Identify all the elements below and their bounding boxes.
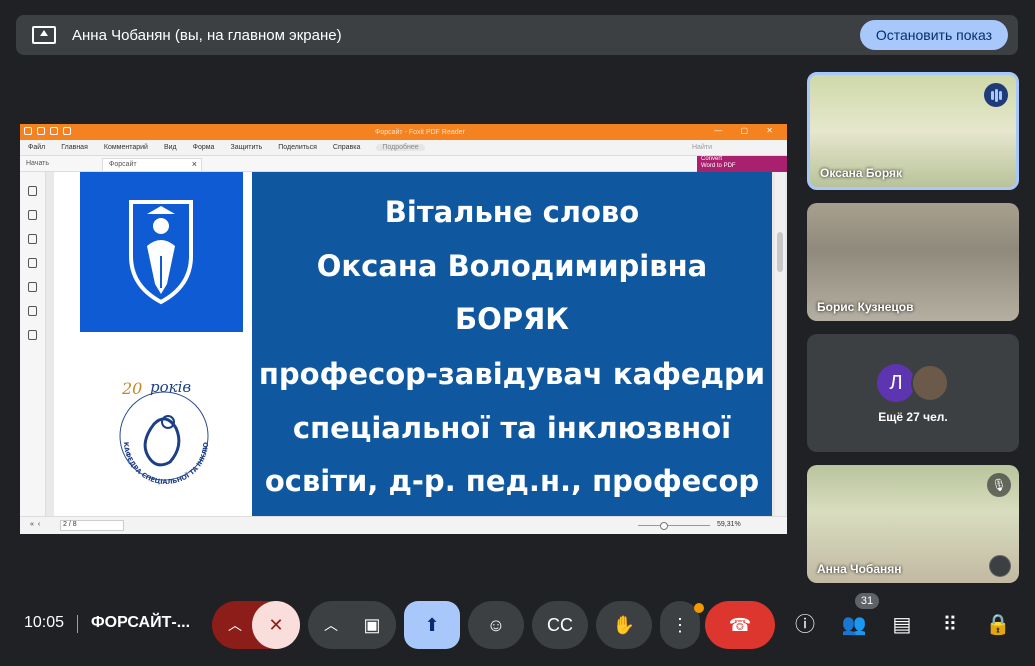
page-indicator: 2 / 8 (60, 520, 124, 531)
anniversary-badge: 20 років КАФЕДРА СПЕЦІАЛЬНОЇ ТА ІНКЛЮЗИВ… (104, 372, 210, 486)
camera-options-chevron-icon[interactable]: ︿ (324, 615, 338, 635)
tab-forsait: Форсайт (102, 158, 202, 171)
mic-off-button[interactable]: ✕ (252, 601, 300, 649)
bookmark-icon (28, 186, 37, 196)
host-controls-icon[interactable]: 🔒 (985, 612, 1011, 638)
present-screen-icon (32, 26, 56, 44)
shared-screen: Форсайт - Foxit PDF Reader — ▢ ✕ Файл Гл… (20, 124, 787, 534)
reactions-button[interactable]: ☺ (468, 601, 524, 649)
attachment-icon (28, 282, 37, 292)
document-tabs: Начать Форсайт (20, 156, 787, 172)
badge-number: 20 (121, 379, 142, 398)
zoom-slider (638, 522, 710, 530)
slide-line-6: освіти, д-р. пед.н., професор (264, 464, 760, 498)
participant-tile-others[interactable]: Л Ещё 27 чел. (807, 334, 1019, 452)
window-controls-icon: — ▢ ✕ (714, 126, 781, 135)
tab-start: Начать (26, 160, 50, 167)
foxit-menu-bar: Файл Главная Комментарий Вид Форма Защит… (20, 140, 787, 156)
foxit-logo-icon (24, 127, 32, 135)
university-logo (80, 172, 243, 332)
participant-tile-self[interactable]: 🎙 Анна Чобанян (807, 465, 1019, 583)
avatar: Л (877, 364, 915, 402)
slide-text-panel: Вітальне слово Оксана Володимирівна БОРЯ… (252, 172, 772, 516)
camera-button[interactable]: ▣ (348, 601, 396, 649)
open-icon (37, 127, 45, 135)
quick-access-toolbar (24, 127, 71, 135)
window-title: Форсайт - Foxit PDF Reader (375, 128, 465, 136)
mic-options-chevron-icon[interactable]: ︿ (228, 615, 242, 635)
menu-file: Файл (28, 144, 46, 151)
speaking-indicator-icon (984, 83, 1008, 107)
tell-me-box: Подробнее (376, 144, 425, 151)
menu-comment: Комментарий (103, 144, 148, 151)
stop-presenting-button[interactable]: Остановить показ (859, 20, 1008, 50)
pages-icon (28, 210, 37, 220)
menu-form: Форма (192, 144, 215, 151)
clock: 10:05 (24, 614, 65, 631)
chat-icon[interactable]: ▤ (889, 612, 915, 638)
foxit-status-bar: «‹ 2 / 8 59,31% (20, 516, 787, 534)
menu-share: Поделиться (278, 144, 317, 151)
find-box: Найти (692, 144, 712, 151)
menu-help: Справка (332, 144, 361, 151)
page-nav-icon: «‹ (30, 521, 45, 528)
people-count-badge: 31 (855, 593, 879, 609)
foxit-side-panel (20, 172, 46, 516)
mic-control-group: ︿ ✕ (212, 601, 300, 649)
menu-view: Вид (163, 144, 177, 151)
convert-banner: Convert Word to PDF (697, 156, 787, 172)
activities-icon[interactable]: ⠿ (937, 612, 963, 638)
picture-in-picture-icon[interactable] (989, 555, 1011, 577)
print-icon (63, 127, 71, 135)
participant-name: Борис Кузнецов (817, 300, 914, 314)
pen-nib-icon (129, 200, 193, 305)
info-icon[interactable]: ⓘ (792, 612, 818, 638)
slide-line-5: спеціальної та інклюзвної (292, 411, 732, 445)
participant-tile-boris[interactable]: Борис Кузнецов (807, 203, 1019, 321)
foxit-title-bar: Форсайт - Foxit PDF Reader — ▢ ✕ (20, 124, 787, 140)
present-now-button[interactable]: ⬆ (404, 601, 460, 649)
convert-line2: Word to PDF (701, 163, 736, 169)
captions-button[interactable]: CC (532, 601, 588, 649)
security-icon (28, 306, 37, 316)
mic-off-icon: 🎙 (987, 473, 1011, 497)
slide-line-2: Оксана Володимирівна (316, 249, 708, 283)
menu-home: Главная (61, 144, 88, 151)
menu-protect: Защитить (230, 144, 263, 151)
participant-tile-oksana[interactable]: Оксана Боряк (807, 72, 1019, 190)
slide-line-4: професор-завідувач кафедри (258, 357, 766, 391)
signature-icon (28, 330, 37, 340)
participant-name: Анна Чобанян (817, 562, 902, 576)
people-icon[interactable]: 👥 (841, 612, 867, 638)
leave-call-button[interactable]: ☎ (705, 601, 775, 649)
more-participants: Ещё 27 чел. (878, 410, 948, 424)
comments-icon (28, 234, 37, 244)
convert-line1: Convert (701, 156, 723, 162)
document-area: 20 років КАФЕДРА СПЕЦІАЛЬНОЇ ТА ІНКЛЮЗИВ… (20, 172, 787, 516)
presenting-banner: Анна Чобанян (вы, на главном экране) Ост… (16, 15, 1018, 55)
zoom-level: 59,31% (717, 521, 741, 528)
participant-name: Оксана Боряк (820, 166, 903, 180)
slide-line-3: БОРЯК (454, 302, 570, 336)
badge-word: років (150, 378, 191, 396)
presenting-text: Анна Чобанян (вы, на главном экране) (72, 26, 342, 44)
pdf-page: 20 років КАФЕДРА СПЕЦІАЛЬНОЇ ТА ІНКЛЮЗИВ… (54, 172, 772, 516)
document-scrollbar (775, 172, 785, 516)
notification-dot (694, 603, 704, 613)
slide-line-1: Вітальне слово (384, 195, 640, 229)
save-icon (50, 127, 58, 135)
divider (77, 615, 78, 633)
camera-control-group: ︿ ▣ (308, 601, 396, 649)
avatar-photo (911, 364, 949, 402)
layers-icon (28, 258, 37, 268)
raise-hand-button[interactable]: ✋ (596, 601, 652, 649)
meeting-title: ФОРСАЙТ-... (91, 614, 191, 631)
